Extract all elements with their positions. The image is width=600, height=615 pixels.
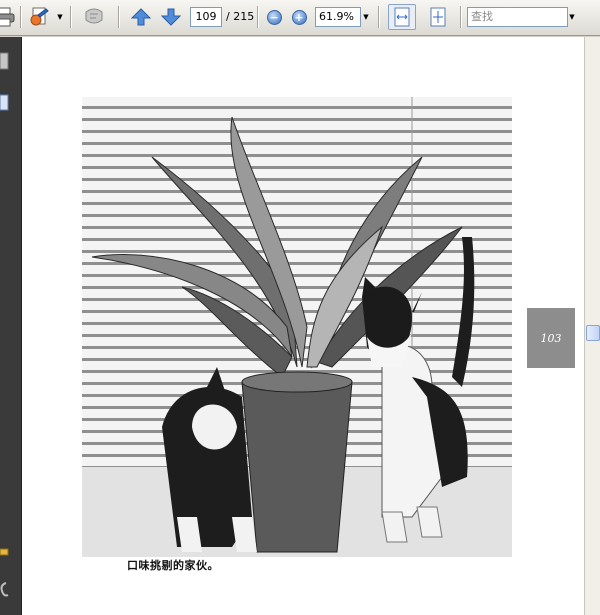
toolbar-separator — [257, 6, 259, 28]
vertical-scrollbar[interactable] — [584, 37, 600, 615]
cats-and-plant-photo — [82, 97, 512, 557]
zoom-out-icon: − — [266, 9, 282, 25]
fit-width-button[interactable] — [388, 4, 416, 30]
search-input[interactable]: 查找 — [467, 7, 568, 27]
pages-icon[interactable] — [0, 51, 10, 73]
toolbar-separator — [378, 6, 380, 28]
toolbar: ▼ 109 / 215 − + 61.9% ▼ 查找 ▼ — [0, 0, 600, 36]
next-page-icon — [161, 8, 181, 26]
fit-page-button[interactable] — [425, 5, 451, 29]
toolbar-separator — [20, 6, 22, 28]
toolbar-separator — [70, 6, 72, 28]
scrollbar-thumb[interactable] — [586, 325, 600, 341]
print-button[interactable] — [0, 5, 16, 29]
prev-page-icon — [131, 8, 151, 26]
sign-button[interactable] — [27, 5, 53, 29]
zoom-dropdown-button[interactable]: ▼ — [360, 8, 372, 26]
fit-width-icon — [394, 7, 410, 27]
zoom-in-button[interactable]: + — [290, 5, 308, 29]
page-total-label: / 215 — [226, 10, 255, 23]
print-icon — [0, 7, 15, 27]
navigation-pane — [0, 37, 22, 615]
page-number-input[interactable]: 109 — [190, 7, 222, 27]
hand-icon — [85, 8, 103, 24]
zoom-in-icon: + — [291, 9, 307, 25]
sign-dropdown-button[interactable]: ▼ — [54, 8, 66, 26]
zoom-out-button[interactable]: − — [265, 5, 283, 29]
sign-icon — [30, 7, 49, 26]
photo-caption: 口味挑剔的家伙。 — [127, 559, 219, 572]
zoom-input[interactable]: 61.9% — [315, 7, 361, 27]
dropdown-icon: ▼ — [363, 13, 369, 21]
search-dropdown-button[interactable]: ▼ — [566, 8, 578, 26]
fit-page-icon — [430, 7, 446, 27]
prev-page-button[interactable] — [129, 5, 153, 29]
attachments-icon[interactable] — [0, 581, 10, 601]
signatures-icon[interactable] — [0, 543, 10, 561]
bookmarks-icon[interactable] — [0, 93, 10, 113]
dropdown-icon: ▼ — [569, 13, 575, 21]
page-number-tab: 103 — [527, 308, 575, 368]
dropdown-icon: ▼ — [57, 13, 63, 21]
document-view[interactable]: 口味挑剔的家伙。 103 — [22, 37, 584, 615]
next-page-button[interactable] — [159, 5, 183, 29]
hand-tool-button[interactable] — [81, 5, 107, 29]
toolbar-separator — [118, 6, 120, 28]
toolbar-separator — [460, 6, 462, 28]
